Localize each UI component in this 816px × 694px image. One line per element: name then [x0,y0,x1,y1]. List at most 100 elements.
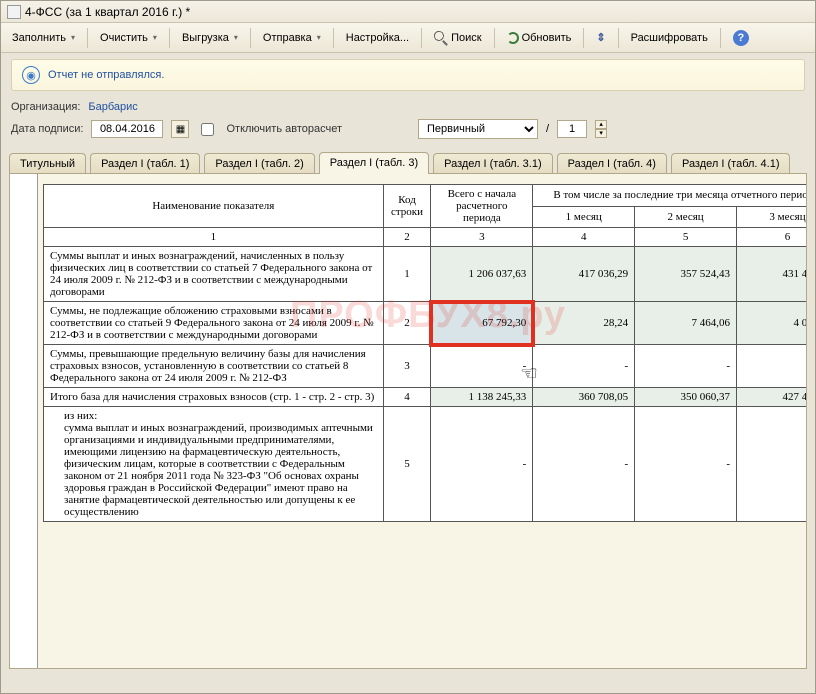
tabs-row: ТитульныйРаздел I (табл. 1)Раздел I (таб… [1,149,815,173]
tab-5[interactable]: Раздел I (табл. 4) [557,153,667,174]
separator [87,28,88,48]
cell-value[interactable]: 357 524,43 [635,247,737,302]
cell-value[interactable]: 1 138 245,33 [431,388,533,407]
header-m2: 2 месяц [635,206,737,228]
cell-value[interactable]: 417 036,29 [533,247,635,302]
colnum-5: 5 [635,228,737,247]
window-title: 4-ФСС (за 1 квартал 2016 г.) * [25,5,190,19]
cell-value[interactable]: - [737,345,807,388]
cell-code: 1 [383,247,431,302]
tab-1[interactable]: Раздел I (табл. 1) [90,153,200,174]
separator [494,28,495,48]
cell-value[interactable]: - [533,407,635,522]
cell-value[interactable]: 350 060,37 [635,388,737,407]
disable-autocalc-label: Отключить авторасчет [226,123,342,135]
cell-value[interactable]: - [431,345,533,388]
cell-code: 2 [383,302,431,345]
colnum-6: 6 [737,228,807,247]
tab-4[interactable]: Раздел I (табл. 3.1) [433,153,553,174]
cell-name: Итого база для начисления страховых взно… [44,388,384,407]
cell-code: 3 [383,345,431,388]
table-row: Суммы, превышающие предельную величину б… [44,345,808,388]
separator [618,28,619,48]
cell-value[interactable]: 360 708,05 [533,388,635,407]
cell-value[interactable]: 28,24 [533,302,635,345]
header-m3: 3 месяц [737,206,807,228]
table-container[interactable]: ПРОФБУХ8.ру Наименование показателя Код … [9,173,807,669]
search-button[interactable]: Поиск [427,27,488,49]
header-code: Код строки [383,185,431,228]
cell-value[interactable]: 4 000,00 [737,302,807,345]
separator [583,28,584,48]
calendar-icon: ▦ [176,124,185,135]
status-text: Отчет не отправлялся. [48,69,164,81]
cell-value[interactable]: - [635,407,737,522]
header-name: Наименование показателя [44,185,384,228]
colnum-1: 1 [44,228,384,247]
toolbar: Заполнить Очистить Выгрузка Отправка Нас… [1,23,815,53]
form-area: Организация: Барбарис Дата подписи: ▦ От… [1,97,815,149]
cell-value[interactable]: 7 464,06 [635,302,737,345]
help-icon: ? [733,30,749,46]
org-label: Организация: [11,101,80,113]
settings-button[interactable]: Настройка... [339,28,416,48]
separator [720,28,721,48]
cell-name: Суммы выплат и иных вознаграждений, начи… [44,247,384,302]
disable-autocalc-checkbox[interactable] [201,123,214,136]
header-months-group: В том числе за последние три месяца отче… [533,185,807,207]
tab-3[interactable]: Раздел I (табл. 3) [319,152,429,174]
colnum-2: 2 [383,228,431,247]
table-row: Суммы выплат и иных вознаграждений, начи… [44,247,808,302]
tab-6[interactable]: Раздел I (табл. 4.1) [671,153,791,174]
cell-value[interactable]: 67 792,30 [431,302,533,345]
separator [421,28,422,48]
title-bar: 4-ФСС (за 1 квартал 2016 г.) * [1,1,815,23]
export-button[interactable]: Выгрузка [175,28,245,48]
cell-name: Суммы, не подлежащие обложению страховым… [44,302,384,345]
spin-up-button[interactable]: ▴ [595,120,607,129]
app-icon [7,5,21,19]
cell-value[interactable]: - [737,407,807,522]
header-total: Всего с начала расчетного периода [431,185,533,228]
correction-number-input[interactable] [557,120,587,138]
search-icon [434,31,448,45]
date-label: Дата подписи: [11,123,83,135]
cell-value[interactable]: 1 206 037,63 [431,247,533,302]
colnum-4: 4 [533,228,635,247]
separator [250,28,251,48]
refresh-icon [507,32,519,44]
decode-button[interactable]: Расшифровать [624,28,715,48]
org-link[interactable]: Барбарис [88,101,137,113]
report-kind-select[interactable]: Первичный [418,119,538,139]
eye-icon: ◉ [22,66,40,84]
fill-button[interactable]: Заполнить [5,28,82,48]
spin-buttons: ▴ ▾ [595,120,607,138]
cell-value[interactable]: 427 476,91 [737,388,807,407]
table-row: Суммы, не подлежащие обложению страховым… [44,302,808,345]
separator [333,28,334,48]
date-input[interactable] [91,120,163,138]
cell-value[interactable]: - [431,407,533,522]
help-button[interactable]: ? [726,26,756,50]
cell-value[interactable]: - [533,345,635,388]
left-gutter [10,174,38,668]
tab-2[interactable]: Раздел I (табл. 2) [204,153,314,174]
status-panel: ◉ Отчет не отправлялся. [11,59,805,91]
clear-button[interactable]: Очистить [93,28,164,48]
report-table: Наименование показателя Код строки Всего… [43,184,807,522]
divider: / [546,123,549,135]
cell-value[interactable]: 431 476,91 [737,247,807,302]
refresh-button[interactable]: Обновить [500,28,579,48]
cell-name: Суммы, превышающие предельную величину б… [44,345,384,388]
header-m1: 1 месяц [533,206,635,228]
cell-code: 5 [383,407,431,522]
send-button[interactable]: Отправка [256,28,328,48]
tab-0[interactable]: Титульный [9,153,86,174]
cell-code: 4 [383,388,431,407]
expand-button[interactable]: ⇕ [589,27,612,48]
spin-down-button[interactable]: ▾ [595,129,607,138]
cell-name: из них: сумма выплат и иных вознагражден… [44,407,384,522]
date-picker-button[interactable]: ▦ [171,120,189,138]
colnum-3: 3 [431,228,533,247]
cell-value[interactable]: - [635,345,737,388]
